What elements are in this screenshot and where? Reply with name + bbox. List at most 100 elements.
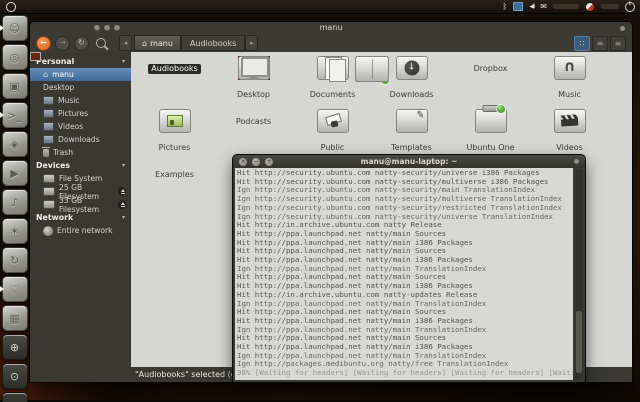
file-item-dropbox[interactable]: ✓Dropbox [355, 56, 530, 101]
share-hand-icon [329, 120, 339, 128]
running-indicator-icon [0, 286, 4, 292]
zoom-in-icon[interactable]: ⊕ [1, 334, 28, 360]
collapse-arrow-icon[interactable]: ▾ [122, 162, 125, 169]
collapse-arrow-icon[interactable]: ▾ [122, 58, 125, 65]
terminal-icon[interactable]: >_ [1, 102, 28, 128]
web-browser-icon[interactable]: ◎ [1, 44, 28, 70]
sync-icon[interactable]: ↻ [1, 247, 28, 273]
sidebar-section-label: Personal [36, 57, 75, 66]
photo-icon [43, 96, 54, 105]
download-arrow-icon: ↓ [404, 60, 419, 76]
power-icon[interactable] [625, 1, 635, 12]
file-label-text: Audiobooks [148, 64, 201, 74]
session-text[interactable] [601, 4, 619, 9]
file-label: Templates [372, 135, 451, 154]
sidebar-item-label: Videos [58, 122, 84, 131]
bluetooth-icon[interactable]: ᛒ [503, 2, 508, 11]
music-player-icon[interactable]: ♪ [1, 189, 28, 215]
file-item-videos[interactable]: Videos [530, 109, 609, 154]
sidebar-item-downloads[interactable]: Downloads [30, 133, 131, 146]
file-item-pictures[interactable]: Pictures [135, 109, 214, 154]
breadcrumb-left-arrow[interactable]: ◂ [119, 35, 132, 51]
indicator-ball-icon[interactable] [585, 1, 595, 12]
sidebar-item-33-gb-filesystem[interactable]: 33 GB Filesystem [30, 196, 131, 214]
collapse-arrow-icon[interactable]: ▾ [122, 214, 125, 221]
launcher-item-web-browser: ◎ [0, 44, 29, 70]
terminal-scrollbar[interactable] [575, 170, 583, 379]
sidebar-item-pictures[interactable]: Pictures [30, 107, 131, 120]
terminal-output[interactable]: Hit http://security.ubuntu.com natty-sec… [235, 168, 573, 380]
eject-icon[interactable] [118, 187, 126, 196]
mail-icon[interactable]: ✉ [540, 2, 547, 11]
terminal-title: manu@manu-laptop: ~ [360, 157, 458, 166]
fm-title-dot-icon [620, 26, 625, 31]
file-label: Pictures [135, 135, 214, 154]
ubuntuone-folder-icon: ✓ [474, 104, 507, 133]
list-view-button[interactable]: ≡ [592, 35, 608, 51]
file-label: Public [293, 135, 372, 154]
clock-text[interactable] [553, 4, 579, 9]
files-app-icon[interactable]: ☺ [1, 15, 28, 41]
file-label-text: Dropbox [473, 64, 508, 73]
sidebar-section-devices[interactable]: Devices ▾ [30, 159, 131, 172]
compact-view-button[interactable]: ≡ [610, 35, 626, 51]
sidebar-item-entire-network[interactable]: Entire network [30, 224, 131, 237]
reload-button[interactable]: ↻ [74, 35, 89, 51]
breadcrumb-right-arrow[interactable]: ▸ [245, 35, 259, 51]
search-icon[interactable] [96, 38, 106, 48]
top-panel: ᛒ ◀) ✉ [0, 0, 640, 14]
sidebar-section-personal[interactable]: Personal ▾ [30, 55, 131, 68]
file-item-desktop[interactable]: Desktop [214, 56, 293, 101]
sidebar-item-label: manu [52, 70, 74, 79]
file-label-text: Pictures [158, 143, 191, 152]
videos-folder-icon [553, 109, 586, 133]
volume-icon[interactable]: ◀) [529, 3, 535, 10]
file-item-public[interactable]: Public [293, 109, 372, 154]
terminal-titlebar[interactable]: × − + manu@manu-laptop: ~ [233, 155, 585, 168]
sidebar-item-desktop[interactable]: Desktop [30, 52, 131, 94]
file-label-text: Desktop [237, 90, 270, 99]
eject-icon[interactable] [118, 200, 126, 209]
image-editor-icon[interactable]: ◈ [1, 131, 28, 157]
back-button[interactable]: ← [36, 35, 51, 51]
fm-window-title: manu [319, 23, 343, 32]
sidebar-item-manu[interactable]: ⌂ manu [30, 68, 131, 81]
file-label: Music [530, 82, 609, 101]
sidebar-item-videos[interactable]: Videos [30, 120, 131, 133]
terminal-scrollbar-thumb[interactable] [576, 311, 582, 373]
network-icon [43, 225, 53, 236]
drive-icon [43, 174, 55, 183]
launcher-item-zoom-in: ⊕ [0, 334, 29, 360]
file-item-audiobooks[interactable]: Audiobooks [135, 56, 389, 101]
media-player-icon[interactable]: ▶ [1, 160, 28, 186]
sidebar-section-label: Devices [36, 161, 71, 170]
breadcrumb-home[interactable]: ⌂ manu [134, 35, 181, 51]
zoom-out-icon[interactable]: ⊙ [1, 363, 28, 389]
workspaces-icon[interactable]: ▦ [1, 305, 28, 331]
file-item-templates[interactable]: ✎ Templates [372, 109, 451, 154]
file-label: Documents [293, 82, 372, 101]
app-icon[interactable]: ✶ [1, 218, 28, 244]
sidebar-item-music[interactable]: Music [30, 94, 131, 107]
sidebar-item-trash[interactable]: Trash [30, 146, 131, 159]
screenshot-icon[interactable]: ▣ [1, 73, 28, 99]
drive-icon [43, 187, 55, 196]
display-icon[interactable] [513, 2, 524, 11]
file-item-music[interactable]: ∩ Music [530, 56, 609, 101]
fm-titlebar[interactable]: manu [30, 22, 632, 34]
ubuntu-logo-icon[interactable] [6, 1, 16, 12]
icon-view-button[interactable]: ∷ [574, 35, 590, 51]
running-indicator-icon [0, 112, 4, 118]
file-label-text: Templates [391, 143, 432, 152]
file-label: Audiobooks [135, 56, 214, 75]
sidebar-item-label: Downloads [58, 135, 100, 144]
forward-button[interactable]: → [55, 35, 70, 51]
removable-drive-icon[interactable]: ▬ [1, 392, 28, 402]
file-item-ubuntu-one[interactable]: ✓ Ubuntu One [451, 104, 530, 154]
launcher-item-music-player: ♪ [0, 189, 29, 215]
breadcrumb-folder[interactable]: Audiobooks [180, 35, 246, 51]
view-toggles: ∷ ≡ ≡ [574, 35, 626, 51]
file-item-podcasts[interactable]: Podcasts [214, 56, 389, 154]
file-item-examples[interactable]: Examples [135, 56, 389, 181]
social-icon[interactable]: ♡ [1, 276, 28, 302]
